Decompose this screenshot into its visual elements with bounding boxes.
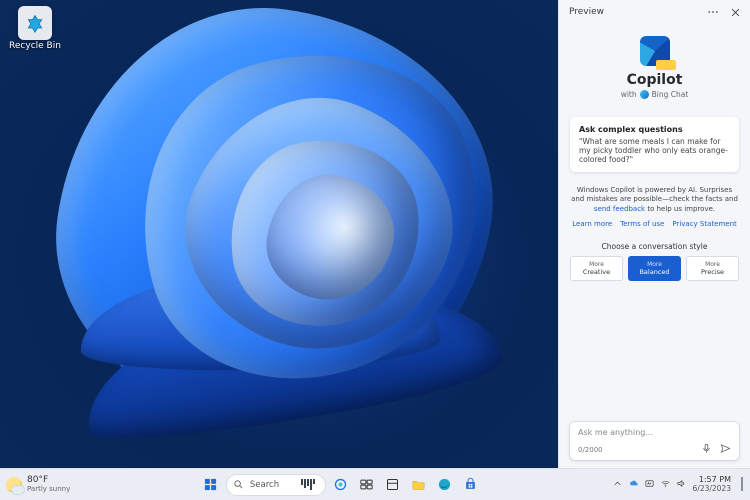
file-explorer-button[interactable] <box>408 474 430 496</box>
style-balanced[interactable]: MoreBalanced <box>628 256 681 281</box>
char-counter: 0/2000 <box>578 446 603 454</box>
search-icon <box>233 479 244 490</box>
recycle-bin-icon <box>18 6 52 40</box>
style-options: MoreCreative MoreBalanced MorePrecise <box>570 256 739 281</box>
edge-button[interactable] <box>434 474 456 496</box>
copilot-taskbar-button[interactable] <box>330 474 352 496</box>
more-button[interactable] <box>706 5 720 19</box>
pre-badge: PRE <box>656 60 676 70</box>
chevron-up-icon[interactable] <box>612 478 623 491</box>
close-button[interactable] <box>728 5 742 19</box>
example-card-text: "What are some meals I can make for my p… <box>579 137 730 164</box>
privacy-link[interactable]: Privacy Statement <box>672 220 736 228</box>
taskbar: 80°F Partly sunny Search <box>0 468 750 500</box>
widgets-button[interactable] <box>382 474 404 496</box>
start-button[interactable] <box>200 474 222 496</box>
example-card-title: Ask complex questions <box>579 125 730 134</box>
task-view-button[interactable] <box>356 474 378 496</box>
onedrive-icon[interactable] <box>628 478 639 491</box>
taskbar-search[interactable]: Search <box>226 474 326 496</box>
copilot-panel: Preview PRE Copilot with Bing Chat Ask c… <box>558 0 750 468</box>
language-icon[interactable] <box>644 478 655 491</box>
recycle-bin[interactable]: Recycle Bin <box>6 6 64 51</box>
volume-icon[interactable] <box>676 478 687 491</box>
store-button[interactable] <box>460 474 482 496</box>
weather-icon <box>6 477 22 493</box>
weather-widget[interactable]: 80°F Partly sunny <box>6 476 70 493</box>
chat-input[interactable]: Ask me anything... 0/2000 <box>570 422 739 460</box>
wifi-icon[interactable] <box>660 478 671 491</box>
bing-icon <box>640 90 649 99</box>
recycle-bin-label: Recycle Bin <box>6 42 64 51</box>
wallpaper-bloom <box>20 0 540 468</box>
weather-cond: Partly sunny <box>27 486 70 493</box>
learn-more-link[interactable]: Learn more <box>572 220 612 228</box>
copilot-subtitle: with Bing Chat <box>570 90 739 99</box>
style-header: Choose a conversation style <box>570 242 739 251</box>
chat-input-placeholder: Ask me anything... <box>578 428 731 437</box>
send-feedback-link[interactable]: send feedback <box>594 205 645 213</box>
copilot-logo-icon: PRE <box>640 36 670 66</box>
disclaimer-text: Windows Copilot is powered by AI. Surpri… <box>570 186 739 214</box>
terms-link[interactable]: Terms of use <box>620 220 664 228</box>
mic-icon[interactable] <box>701 443 712 456</box>
send-icon[interactable] <box>720 443 731 456</box>
style-creative[interactable]: MoreCreative <box>570 256 623 281</box>
notifications-button[interactable] <box>741 477 744 491</box>
taskbar-clock[interactable]: 1:57 PM 6/23/2023 <box>693 476 731 492</box>
system-tray[interactable] <box>612 478 687 491</box>
example-card[interactable]: Ask complex questions "What are some mea… <box>570 117 739 172</box>
panel-title: Preview <box>569 7 604 17</box>
style-precise[interactable]: MorePrecise <box>686 256 739 281</box>
search-highlight-icon <box>301 479 315 490</box>
copilot-title: Copilot <box>570 72 739 88</box>
taskbar-search-placeholder: Search <box>250 480 279 490</box>
